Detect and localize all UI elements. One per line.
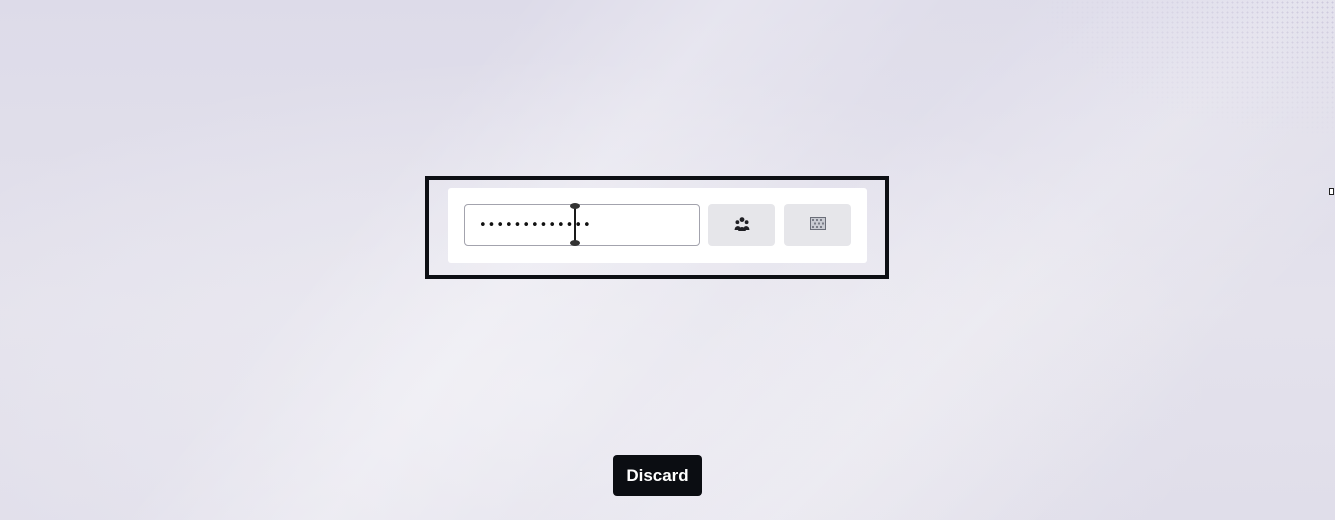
discard-button[interactable]: Discard xyxy=(613,455,702,496)
caret-handle-top[interactable] xyxy=(570,203,580,209)
caret-handle-bottom[interactable] xyxy=(570,240,580,246)
dot-texture xyxy=(1035,0,1335,140)
group-button[interactable] xyxy=(708,204,775,246)
pattern-button[interactable] xyxy=(784,204,851,246)
text-caret xyxy=(574,206,576,244)
users-group-icon xyxy=(734,216,750,235)
pattern-grid-icon xyxy=(809,217,826,233)
edge-resize-handle[interactable] xyxy=(1329,188,1334,195)
password-input[interactable] xyxy=(464,204,700,246)
